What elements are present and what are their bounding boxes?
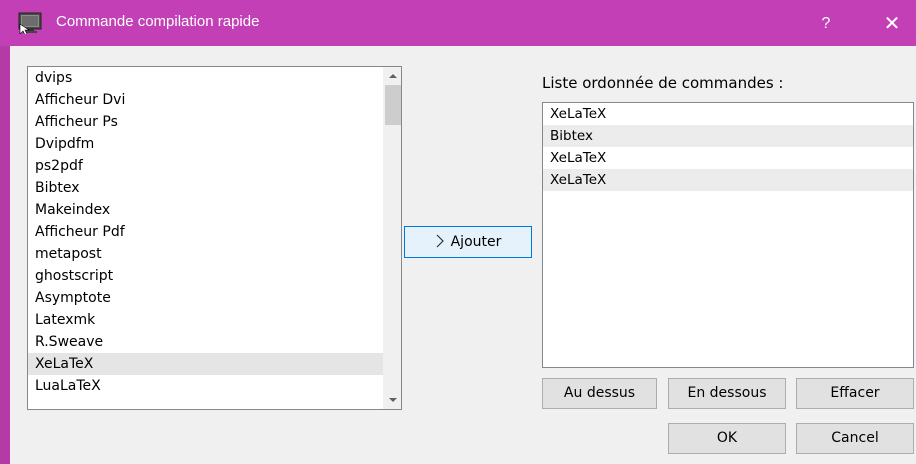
move-up-button[interactable]: Au dessus: [542, 378, 657, 409]
window-title: Commande compilation rapide: [56, 13, 260, 30]
dialog-client-area: dvips Afficheur Dvi Afficheur Ps Dvipdfm ps2…: [10, 46, 916, 464]
clear-button[interactable]: Effacer: [796, 378, 914, 409]
available-command-item[interactable]: ghostscript: [28, 265, 401, 287]
ordered-command-item[interactable]: XeLaTeX: [543, 103, 913, 125]
add-button[interactable]: Ajouter: [404, 226, 532, 258]
available-command-item[interactable]: metapost: [28, 243, 401, 265]
available-command-item[interactable]: ps2pdf: [28, 155, 401, 177]
scroll-up-arrow-icon[interactable]: [384, 67, 402, 85]
close-button[interactable]: ✕: [872, 9, 912, 37]
available-command-item[interactable]: LuaLaTeX: [28, 375, 401, 397]
available-command-item[interactable]: Afficheur Ps: [28, 111, 401, 133]
available-command-item[interactable]: Afficheur Dvi: [28, 89, 401, 111]
add-button-label: Ajouter: [450, 234, 502, 250]
available-command-item[interactable]: Asymptote: [28, 287, 401, 309]
move-down-button[interactable]: En dessous: [668, 378, 786, 409]
available-command-item[interactable]: Makeindex: [28, 199, 401, 221]
scroll-down-arrow-icon[interactable]: [384, 391, 402, 409]
available-command-item[interactable]: Bibtex: [28, 177, 401, 199]
ordered-command-item[interactable]: Bibtex: [543, 125, 913, 147]
available-command-item[interactable]: XeLaTeX: [28, 353, 401, 375]
available-command-item[interactable]: Afficheur Pdf: [28, 221, 401, 243]
ordered-commands-list[interactable]: XeLaTeX Bibtex XeLaTeX XeLaTeX: [542, 102, 914, 368]
app-monitor-icon: [18, 12, 42, 34]
ordered-list-label: Liste ordonnée de commandes :: [542, 74, 784, 92]
ordered-command-item[interactable]: XeLaTeX: [543, 147, 913, 169]
ok-button[interactable]: OK: [668, 423, 786, 454]
available-commands-items: dvips Afficheur Dvi Afficheur Ps Dvipdfm ps2…: [28, 67, 401, 397]
dialog-window: Commande compilation rapide ? ✕ dvips Aff…: [0, 0, 916, 464]
available-command-item[interactable]: Dvipdfm: [28, 133, 401, 155]
vertical-scrollbar[interactable]: [383, 67, 401, 409]
chevron-right-icon: [436, 234, 444, 247]
available-commands-list[interactable]: dvips Afficheur Dvi Afficheur Ps Dvipdfm ps2…: [27, 66, 402, 410]
available-command-item[interactable]: R.Sweave: [28, 331, 401, 353]
available-command-item[interactable]: Latexmk: [28, 309, 401, 331]
ordered-commands-items: XeLaTeX Bibtex XeLaTeX XeLaTeX: [543, 103, 913, 191]
title-bar[interactable]: Commande compilation rapide ? ✕: [0, 0, 916, 46]
scroll-thumb[interactable]: [385, 85, 401, 125]
cancel-button[interactable]: Cancel: [796, 423, 914, 454]
available-command-item[interactable]: dvips: [28, 67, 401, 89]
ordered-command-item[interactable]: XeLaTeX: [543, 169, 913, 191]
help-button[interactable]: ?: [806, 10, 846, 38]
